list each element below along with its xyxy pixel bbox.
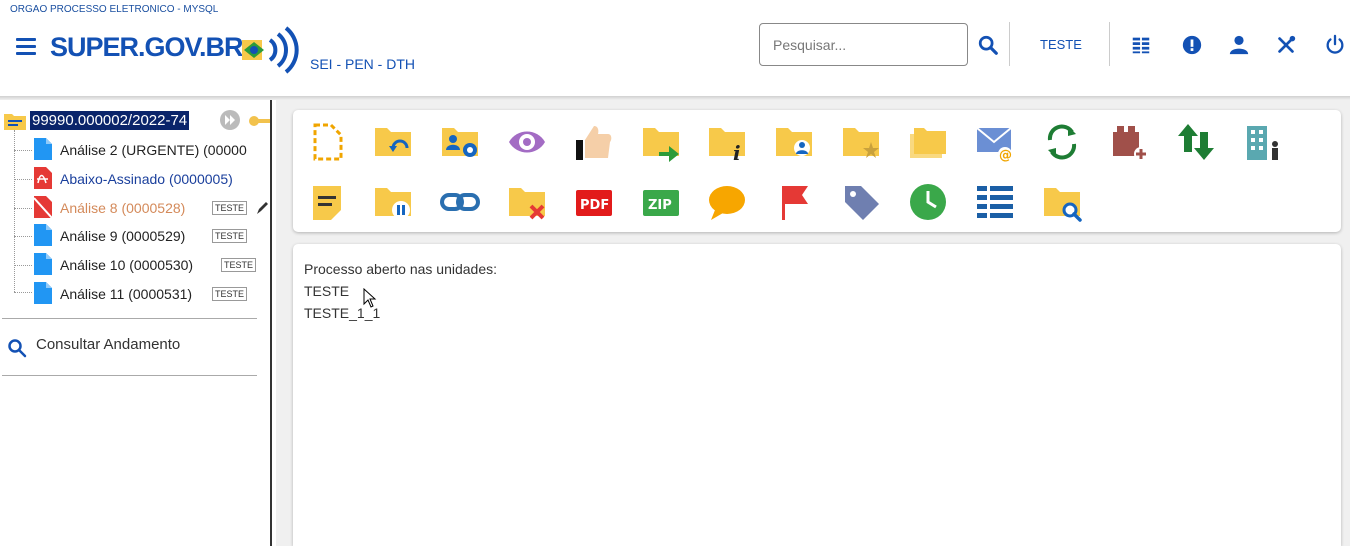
reopen-folder-icon[interactable] (373, 122, 413, 162)
svg-text:@: @ (999, 148, 1012, 162)
power-icon[interactable] (1324, 34, 1346, 56)
document-link[interactable]: Análise 11 (0000531) (60, 286, 192, 302)
pencil-icon[interactable] (255, 200, 269, 216)
pdf-icon[interactable]: PDF (574, 182, 614, 222)
folder-users-settings-icon[interactable] (440, 122, 480, 162)
canceled-doc-icon[interactable] (34, 196, 52, 218)
process-number[interactable]: 99990.000002/2022-74 (30, 111, 190, 130)
unit-badge: TESTE (212, 201, 248, 215)
document-link[interactable]: Análise 9 (0000529) (60, 228, 185, 244)
org-name: ORGAO PROCESSO ELETRONICO - MYSQL (10, 4, 219, 15)
document-link[interactable]: Análise 8 (0000528) (60, 200, 185, 216)
unit-badge: TESTE (212, 287, 248, 301)
tree-connector (14, 179, 32, 180)
pdf-icon[interactable] (34, 167, 52, 189)
refresh-icon[interactable] (1042, 122, 1082, 162)
mouse-cursor-icon (363, 288, 377, 308)
document-label[interactable]: Abaixo-Assinado (0000005) (60, 171, 233, 187)
document-label[interactable]: Análise 10 (0000530) (60, 257, 193, 273)
doc-icon[interactable] (34, 138, 52, 160)
document-label[interactable]: Análise 8 (0000528) (60, 200, 185, 216)
note-icon[interactable] (307, 182, 347, 222)
tag-icon[interactable] (841, 182, 881, 222)
process-info-panel: Processo aberto nas unidades: TESTE TEST… (293, 244, 1341, 546)
hamburger-bar (16, 45, 36, 48)
subtitle: SEI - PEN - DTH (310, 56, 416, 72)
header-separator (1009, 22, 1010, 66)
action-toolbar: i @ PDF ZIP (293, 110, 1341, 232)
unit-entry: TESTE (304, 283, 350, 299)
menu-button[interactable] (16, 38, 36, 58)
building-person-icon[interactable] (1243, 122, 1283, 162)
user-icon[interactable] (1228, 34, 1250, 56)
eye-icon[interactable] (507, 122, 547, 162)
tree-connector (14, 236, 32, 237)
header-separator (1109, 22, 1110, 66)
control-panel-icon[interactable] (1130, 34, 1152, 56)
folder-info-icon[interactable]: i (707, 122, 747, 162)
search-icon[interactable] (977, 34, 999, 56)
doc-icon[interactable] (34, 253, 52, 275)
folder-star-icon[interactable] (841, 122, 881, 162)
unit-badge: TESTE (212, 229, 248, 243)
folders-icon[interactable] (908, 122, 948, 162)
comment-icon[interactable] (707, 182, 747, 222)
document-link[interactable]: Abaixo-Assinado (0000005) (60, 171, 233, 187)
divider (2, 375, 257, 376)
forward-icon[interactable] (219, 109, 241, 131)
search-folder-icon[interactable] (1042, 182, 1082, 222)
tree-connector (14, 265, 32, 266)
tree-connector (14, 130, 15, 292)
doc-icon[interactable] (34, 282, 52, 304)
tools-icon[interactable] (1275, 34, 1297, 56)
document-link[interactable]: Análise 2 (URGENTE) (00000 (60, 142, 247, 158)
flag-icon[interactable] (774, 182, 814, 222)
tree-connector (14, 292, 32, 293)
thumbs-up-icon[interactable] (574, 122, 614, 162)
document-label[interactable]: Análise 2 (URGENTE) (00000 (60, 142, 247, 158)
hamburger-bar (16, 38, 36, 41)
process-tree-panel: 99990.000002/2022-74 Análise 2 (URGENTE)… (0, 100, 270, 546)
divider (2, 318, 257, 319)
tree-connector (14, 208, 32, 209)
document-label[interactable]: Análise 11 (0000531) (60, 286, 192, 302)
list-icon[interactable] (975, 182, 1015, 222)
key-icon[interactable] (248, 114, 270, 128)
unit-badge: TESTE (221, 258, 257, 272)
search-icon[interactable] (7, 338, 27, 358)
logo-text[interactable]: SUPER.GOV.BR (50, 32, 244, 63)
document-label[interactable]: Análise 9 (0000529) (60, 228, 185, 244)
new-document-icon[interactable] (307, 122, 347, 162)
send-folder-icon[interactable] (641, 122, 681, 162)
folder-user-icon[interactable] (774, 122, 814, 162)
document-link[interactable]: Análise 10 (0000530) (60, 257, 193, 273)
remove-folder-icon[interactable] (507, 182, 547, 222)
doc-icon[interactable] (34, 224, 52, 246)
add-block-icon[interactable] (1109, 122, 1149, 162)
info-heading: Processo aberto nas unidades: (304, 261, 498, 277)
svg-text:i: i (733, 141, 741, 162)
svg-text:ZIP: ZIP (648, 198, 672, 213)
search-input[interactable] (759, 23, 968, 66)
tree-connector (14, 150, 32, 151)
pause-folder-icon[interactable] (373, 182, 413, 222)
unit-entry: TESTE_1_1 (304, 305, 381, 321)
unit-selector[interactable]: TESTE (1040, 37, 1082, 52)
alert-icon[interactable] (1181, 34, 1203, 56)
svg-text:PDF: PDF (580, 198, 609, 213)
hamburger-bar (16, 52, 36, 55)
open-folder-icon[interactable] (4, 112, 26, 130)
zip-icon[interactable]: ZIP (641, 182, 681, 222)
email-icon[interactable]: @ (975, 122, 1015, 162)
consult-progress-link[interactable]: Consultar Andamento (36, 336, 180, 353)
logo-signal-icon (242, 26, 299, 74)
clock-icon[interactable] (908, 182, 948, 222)
transfer-arrows-icon[interactable] (1176, 122, 1216, 162)
link-icon[interactable] (440, 182, 480, 222)
